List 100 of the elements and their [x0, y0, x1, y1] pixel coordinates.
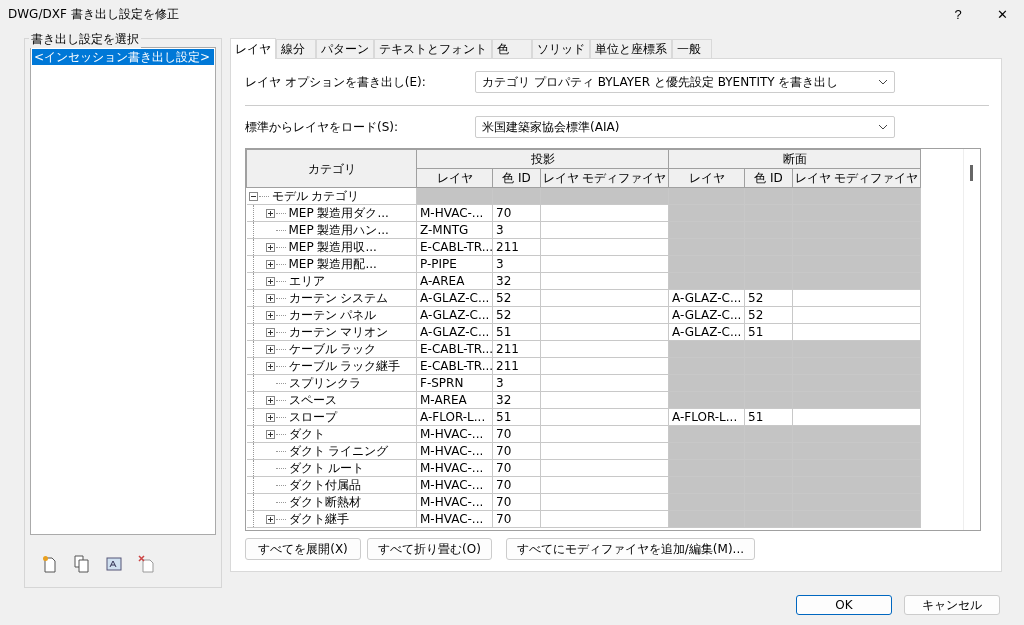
table-cell: MEP 製造用ダク... [246, 204, 417, 222]
table-cell: A-FLOR-L... [416, 408, 493, 426]
table-cell: A-GLAZ-C... [416, 323, 493, 341]
table-cell: P-PIPE [416, 255, 493, 273]
new-document-icon[interactable] [42, 555, 58, 573]
expand-icon[interactable] [265, 327, 275, 337]
table-cell: E-CABL-TR... [416, 340, 493, 358]
table-cell: 3 [492, 255, 541, 273]
table-cell: A-GLAZ-C... [668, 289, 745, 307]
cancel-button[interactable]: キャンセル [904, 595, 1000, 615]
expand-icon[interactable] [265, 429, 275, 439]
table-cell: A-GLAZ-C... [668, 306, 745, 324]
scrollbar-thumb[interactable] [970, 165, 973, 181]
expand-icon[interactable] [265, 276, 275, 286]
table-cell: MEP 製造用ハン... [246, 221, 417, 239]
tab[interactable]: テキストとフォント [374, 39, 492, 58]
field-label: 標準からレイヤをロード(S): [245, 118, 400, 136]
table-cell: スロープ [246, 408, 417, 426]
table-cell: E-CABL-TR... [416, 357, 493, 375]
table-cell: A-AREA [416, 272, 493, 290]
table-button[interactable]: すべてにモディファイヤを追加/編集(M)... [505, 538, 755, 560]
table-cell: M-HVAC-... [416, 510, 493, 528]
table-cell: ダクト [246, 425, 417, 443]
expand-icon[interactable] [265, 395, 275, 405]
table-cell: 70 [492, 459, 541, 477]
table-cell: A-GLAZ-C... [416, 289, 493, 307]
tab[interactable]: ソリッド [532, 39, 590, 58]
close-button[interactable]: ✕ [980, 0, 1024, 28]
table-cell: 70 [492, 476, 541, 494]
tab[interactable]: 単位と座標系 [590, 39, 672, 58]
chevron-icon [878, 124, 888, 130]
table-cell: 51 [492, 323, 541, 341]
tab[interactable]: 一般 [672, 39, 712, 58]
field-label: レイヤ オプションを書き出し(E): [245, 73, 427, 91]
table-cell: 52 [744, 306, 793, 324]
table-cell: ケーブル ラック [246, 340, 417, 358]
table-cell: M-HVAC-... [416, 459, 493, 477]
table-cell: M-HVAC-... [416, 476, 493, 494]
ok-button[interactable]: OK [796, 595, 892, 615]
table-cell: 51 [744, 408, 793, 426]
table-cell: ダクト付属品 [246, 476, 417, 494]
collapse-icon[interactable] [248, 191, 258, 201]
table-cell: 70 [492, 442, 541, 460]
table-cell: 51 [492, 408, 541, 426]
tab[interactable]: 色 [492, 39, 532, 58]
expand-icon[interactable] [265, 293, 275, 303]
expand-icon[interactable] [265, 310, 275, 320]
table-cell: 211 [492, 357, 541, 375]
table-cell: A-GLAZ-C... [416, 306, 493, 324]
tab[interactable]: レイヤ [230, 38, 276, 59]
tab[interactable]: パターン [316, 39, 374, 58]
table-button[interactable]: すべてを展開(X) [245, 538, 361, 560]
table-cell: 32 [492, 272, 541, 290]
expand-icon[interactable] [265, 361, 275, 371]
table-cell: M-AREA [416, 391, 493, 409]
table-cell: カーテン パネル [246, 306, 417, 324]
setup-item[interactable]: <インセッション書き出し設定> [32, 49, 214, 65]
expand-icon[interactable] [265, 259, 275, 269]
table-cell: 70 [492, 204, 541, 222]
layer-options-dropdown[interactable]: カテゴリ プロパティ BYLAYER と優先設定 BYENTITY を書き出し [475, 71, 895, 93]
table-cell: MEP 製造用収... [246, 238, 417, 256]
expand-icon[interactable] [265, 412, 275, 422]
tab[interactable]: 線分 [276, 39, 316, 58]
table-cell: 32 [492, 391, 541, 409]
table-cell: 3 [492, 374, 541, 392]
table-cell: モデル カテゴリ [246, 187, 417, 205]
column-header: 投影 [416, 149, 669, 169]
table-cell: Z-MNTG [416, 221, 493, 239]
table-cell: A-GLAZ-C... [668, 323, 745, 341]
table-cell: 52 [744, 289, 793, 307]
table-cell: 51 [744, 323, 793, 341]
table-cell: 70 [492, 425, 541, 443]
table-cell: 70 [492, 493, 541, 511]
window-title: DWG/DXF 書き出し設定を修正 [8, 5, 180, 23]
expand-icon[interactable] [265, 514, 275, 524]
table-cell: E-CABL-TR... [416, 238, 493, 256]
table-cell: スプリンクラ [246, 374, 417, 392]
table-cell: 52 [492, 289, 541, 307]
chevron-icon [878, 79, 888, 85]
table-cell: M-HVAC-... [416, 425, 493, 443]
table-cell: 52 [492, 306, 541, 324]
table-cell: 211 [492, 340, 541, 358]
table-cell: M-HVAC-... [416, 493, 493, 511]
table-cell: ダクト ルート [246, 459, 417, 477]
table-cell: ケーブル ラック継手 [246, 357, 417, 375]
table-button[interactable]: すべて折り畳む(O) [367, 538, 492, 560]
rename-icon[interactable] [106, 557, 122, 571]
expand-icon[interactable] [265, 242, 275, 252]
table-cell: A-FLOR-L... [668, 408, 745, 426]
copy-icon[interactable] [74, 555, 90, 573]
table-cell: カーテン システム [246, 289, 417, 307]
table-cell: 211 [492, 238, 541, 256]
standard-dropdown[interactable]: 米国建築家協会標準(AIA) [475, 116, 895, 138]
table-cell: F-SPRN [416, 374, 493, 392]
expand-icon[interactable] [265, 208, 275, 218]
table-cell: カーテン マリオン [246, 323, 417, 341]
expand-icon[interactable] [265, 344, 275, 354]
delete-icon[interactable] [138, 555, 154, 573]
table-cell: エリア [246, 272, 417, 290]
help-button[interactable]: ? [936, 0, 980, 28]
